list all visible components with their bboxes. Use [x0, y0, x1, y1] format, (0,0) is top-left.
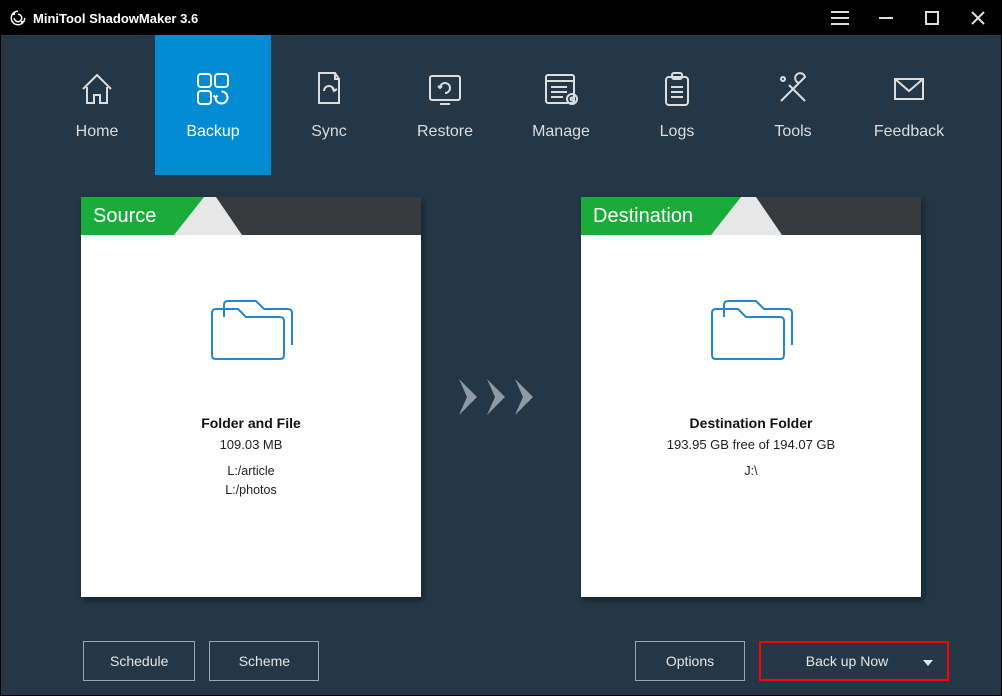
source-path-1: L:/article: [227, 462, 274, 481]
destination-card[interactable]: Destination Destination Folder 193.95 GB…: [581, 197, 921, 597]
app-logo-icon: [9, 9, 27, 27]
nav-label: Restore: [417, 123, 473, 141]
destination-free: 193.95 GB free of 194.07 GB: [667, 437, 835, 452]
scheme-button[interactable]: Scheme: [209, 641, 319, 681]
destination-card-header: Destination: [581, 197, 921, 235]
home-icon: [77, 69, 117, 109]
nav-feedback[interactable]: Feedback: [851, 35, 967, 175]
logs-icon: [657, 69, 697, 109]
minimize-button[interactable]: [863, 1, 909, 35]
app-title: MiniTool ShadowMaker 3.6: [33, 11, 198, 26]
app-window: MiniTool ShadowMaker 3.6 Home Backup: [0, 0, 1002, 696]
folder-icon: [706, 295, 796, 365]
source-card[interactable]: Source Folder and File 109.03 MB L:/arti…: [81, 197, 421, 597]
nav-backup[interactable]: Backup: [155, 35, 271, 175]
footer-bar: Schedule Scheme Options Back up Now: [83, 641, 949, 681]
schedule-button[interactable]: Schedule: [83, 641, 195, 681]
transfer-arrows-icon: [451, 377, 551, 417]
close-button[interactable]: [955, 1, 1001, 35]
manage-icon: [541, 69, 581, 109]
options-button[interactable]: Options: [635, 641, 745, 681]
folder-icon: [206, 295, 296, 365]
menu-button[interactable]: [817, 1, 863, 35]
source-header-label: Source: [81, 197, 174, 235]
nav-label: Home: [76, 123, 119, 141]
nav-logs[interactable]: Logs: [619, 35, 735, 175]
nav-label: Backup: [186, 123, 239, 141]
backup-now-label: Back up Now: [806, 653, 888, 669]
destination-path: J:\: [744, 462, 757, 481]
backup-icon: [193, 69, 233, 109]
nav-tools[interactable]: Tools: [735, 35, 851, 175]
destination-card-body: Destination Folder 193.95 GB free of 194…: [581, 235, 921, 597]
backup-pair: Source Folder and File 109.03 MB L:/arti…: [81, 197, 921, 597]
nav-manage[interactable]: Manage: [503, 35, 619, 175]
restore-icon: [425, 69, 465, 109]
tools-icon: [773, 69, 813, 109]
source-card-header: Source: [81, 197, 421, 235]
destination-header-label: Destination: [581, 197, 711, 235]
source-size: 109.03 MB: [220, 437, 283, 452]
nav-sync[interactable]: Sync: [271, 35, 387, 175]
destination-title: Destination Folder: [690, 415, 813, 431]
nav-label: Feedback: [874, 123, 944, 141]
main-content: Source Folder and File 109.03 MB L:/arti…: [1, 175, 1001, 695]
source-title: Folder and File: [201, 415, 301, 431]
caret-down-icon: [923, 653, 933, 669]
nav-restore[interactable]: Restore: [387, 35, 503, 175]
source-path-2: L:/photos: [225, 481, 276, 500]
nav-label: Sync: [311, 123, 347, 141]
sync-icon: [309, 69, 349, 109]
nav-home[interactable]: Home: [39, 35, 155, 175]
nav-label: Logs: [660, 123, 695, 141]
nav-label: Tools: [774, 123, 811, 141]
maximize-button[interactable]: [909, 1, 955, 35]
nav-label: Manage: [532, 123, 590, 141]
titlebar: MiniTool ShadowMaker 3.6: [1, 1, 1001, 35]
main-nav: Home Backup Sync Restore Manage: [1, 35, 1001, 175]
source-card-body: Folder and File 109.03 MB L:/article L:/…: [81, 235, 421, 597]
backup-now-button[interactable]: Back up Now: [759, 641, 949, 681]
feedback-icon: [889, 69, 929, 109]
